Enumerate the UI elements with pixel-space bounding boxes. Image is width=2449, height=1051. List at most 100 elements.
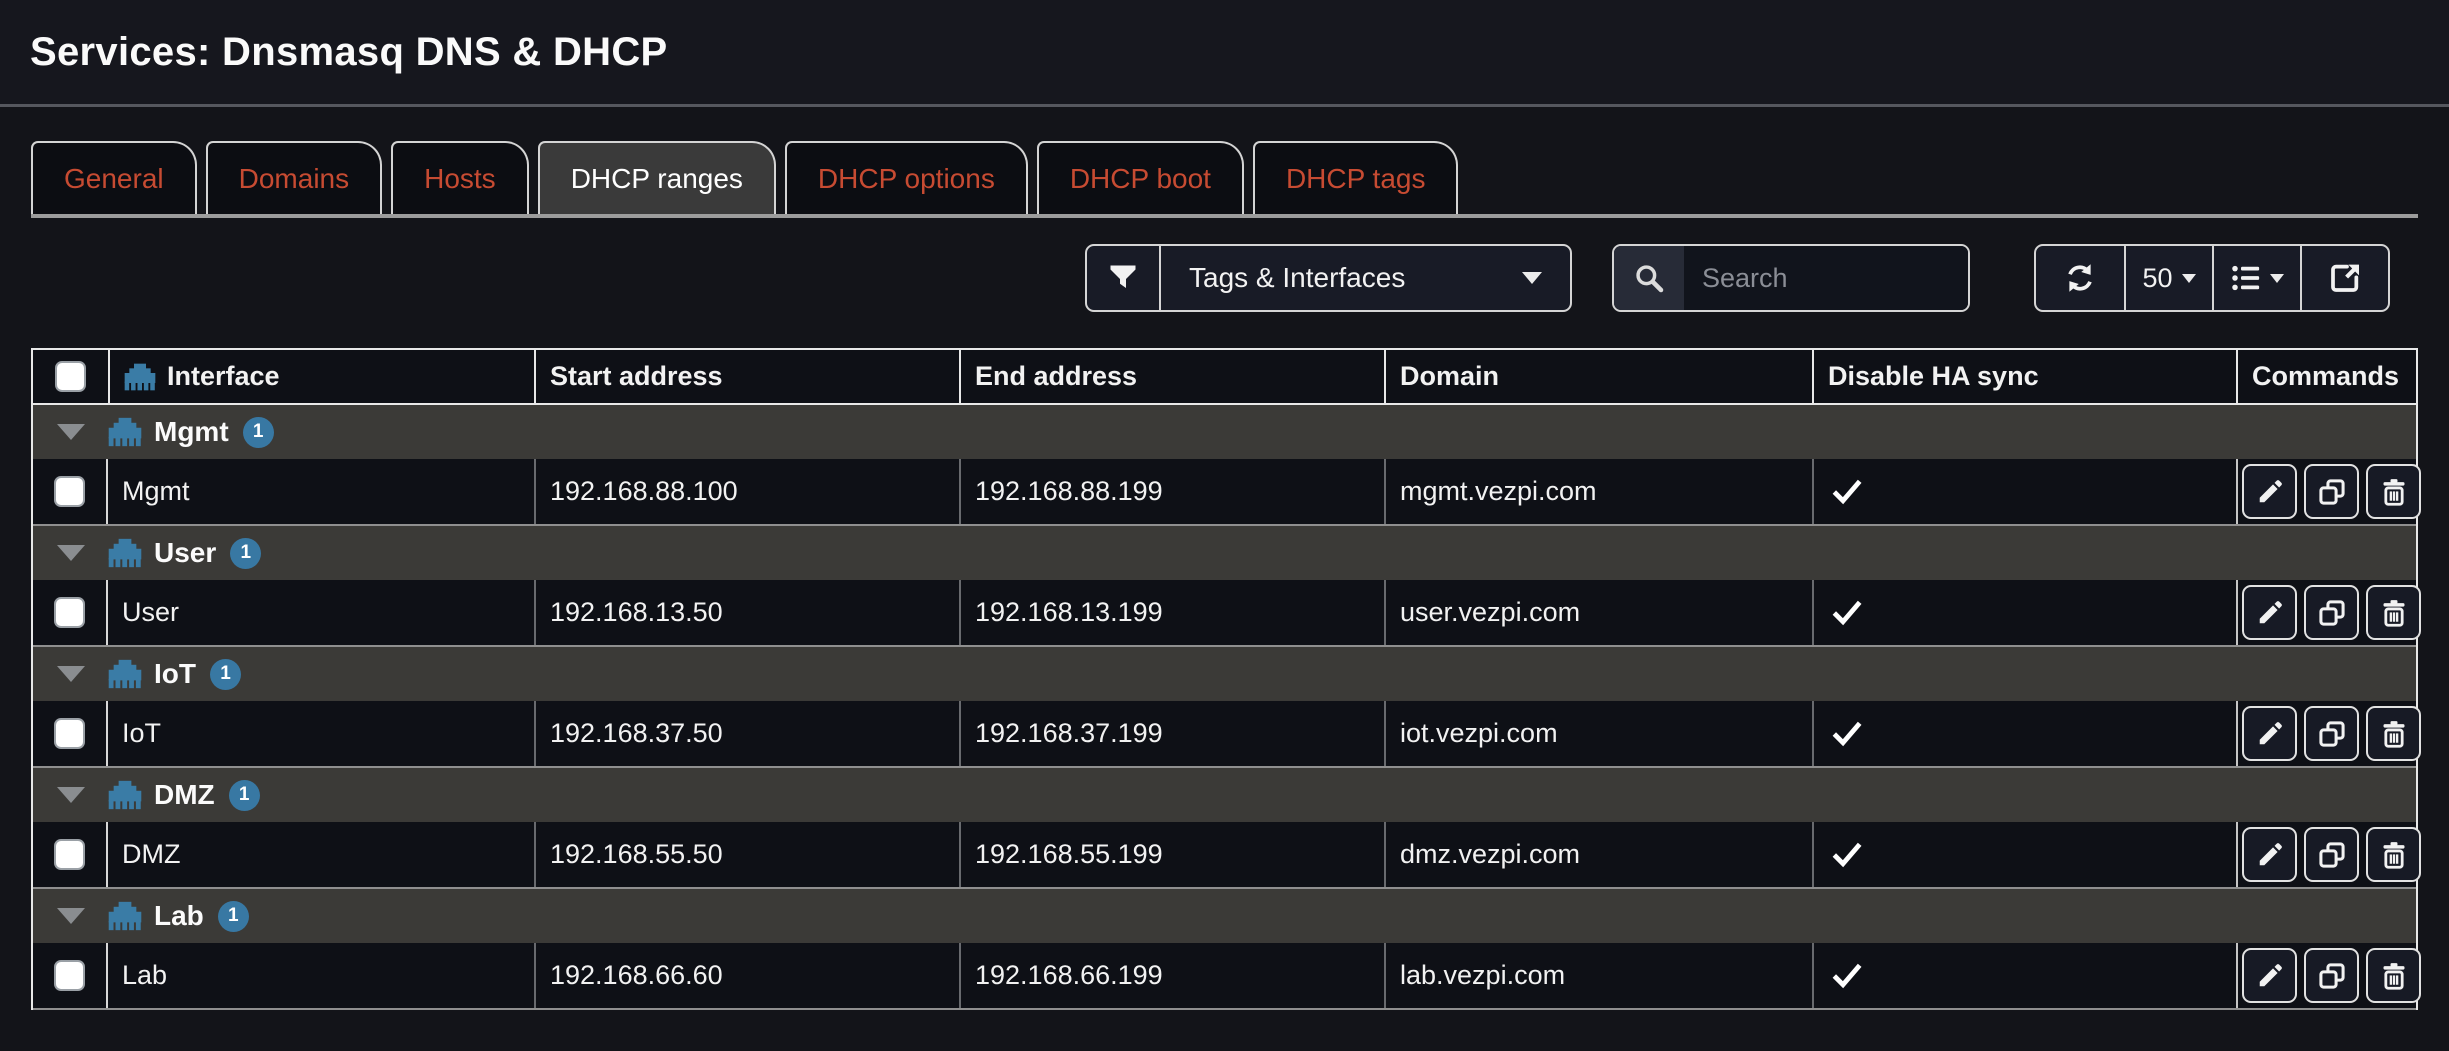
row-select-cell [33, 943, 108, 1008]
row-checkbox[interactable] [54, 839, 85, 870]
cell-disable-ha-sync [1812, 580, 2236, 645]
cell-start-address: 192.168.66.60 [534, 943, 959, 1008]
table-row: IoT 192.168.37.50 192.168.37.199 iot.vez… [33, 701, 2416, 768]
search-input[interactable] [1684, 246, 1968, 310]
cell-domain: dmz.vezpi.com [1384, 822, 1812, 887]
cell-commands [2236, 822, 2425, 887]
check-icon [1831, 719, 1863, 749]
tab-dhcp-tags[interactable]: DHCP tags [1253, 141, 1459, 214]
group-collapse-toggle[interactable] [33, 908, 108, 924]
row-select-cell [33, 459, 108, 524]
column-header-start-address[interactable]: Start address [534, 350, 959, 403]
select-all-checkbox[interactable] [55, 361, 86, 392]
group-label: User [154, 537, 216, 569]
collapse-caret-icon [57, 424, 85, 440]
row-checkbox[interactable] [54, 718, 85, 749]
delete-button[interactable] [2366, 706, 2421, 761]
column-header-domain[interactable]: Domain [1384, 350, 1812, 403]
cell-disable-ha-sync [1812, 701, 2236, 766]
trash-icon [2380, 478, 2408, 506]
clone-button[interactable] [2304, 948, 2359, 1003]
group-count-badge: 1 [229, 780, 260, 811]
tab-domains[interactable]: Domains [206, 141, 382, 214]
group-collapse-toggle[interactable] [33, 424, 108, 440]
row-select-cell [33, 701, 108, 766]
tab-label: DHCP ranges [571, 163, 743, 195]
clone-icon [2318, 841, 2346, 869]
edit-button[interactable] [2242, 585, 2297, 640]
column-header-label: Start address [550, 361, 723, 392]
filter-dropdown-label: Tags & Interfaces [1189, 262, 1405, 294]
page-size-dropdown[interactable]: 50 [2124, 246, 2212, 310]
row-select-cell [33, 822, 108, 887]
export-button[interactable] [2300, 246, 2388, 310]
clone-button[interactable] [2304, 827, 2359, 882]
group-collapse-toggle[interactable] [33, 666, 108, 682]
row-checkbox[interactable] [54, 960, 85, 991]
group-collapse-toggle[interactable] [33, 787, 108, 803]
row-checkbox[interactable] [54, 597, 85, 628]
column-header-end-address[interactable]: End address [959, 350, 1384, 403]
tab-dhcp-boot[interactable]: DHCP boot [1037, 141, 1244, 214]
filter-dropdown[interactable]: Tags & Interfaces [1159, 246, 1570, 310]
cell-commands [2236, 459, 2425, 524]
tab-label: Domains [239, 163, 349, 195]
tab-dhcp-ranges[interactable]: DHCP ranges [538, 141, 776, 214]
cell-disable-ha-sync [1812, 943, 2236, 1008]
collapse-caret-icon [57, 787, 85, 803]
group-row: Lab 1 [33, 889, 2416, 943]
row-checkbox[interactable] [54, 476, 85, 507]
delete-button[interactable] [2366, 948, 2421, 1003]
clone-icon [2318, 720, 2346, 748]
edit-button[interactable] [2242, 464, 2297, 519]
tab-general[interactable]: General [31, 141, 197, 214]
clone-icon [2318, 599, 2346, 627]
cell-domain: mgmt.vezpi.com [1384, 459, 1812, 524]
edit-button[interactable] [2242, 827, 2297, 882]
row-select-cell [33, 580, 108, 645]
cell-commands [2236, 701, 2425, 766]
search-button[interactable] [1614, 246, 1684, 310]
cell-end-address: 192.168.66.199 [959, 943, 1384, 1008]
group-label: Mgmt [154, 416, 229, 448]
columns-dropdown[interactable] [2212, 246, 2300, 310]
page-header: Services: Dnsmasq DNS & DHCP [0, 0, 2449, 107]
refresh-button[interactable] [2036, 246, 2124, 310]
group-label: IoT [154, 658, 196, 690]
column-header-interface[interactable]: Interface [108, 350, 534, 403]
clone-icon [2318, 962, 2346, 990]
clone-button[interactable] [2304, 464, 2359, 519]
trash-icon [2380, 599, 2408, 627]
sync-icon [2065, 263, 2095, 293]
column-header-label: End address [975, 361, 1137, 392]
tab-dhcp-options[interactable]: DHCP options [785, 141, 1028, 214]
delete-button[interactable] [2366, 827, 2421, 882]
filter-button[interactable] [1087, 246, 1159, 310]
cell-interface: User [108, 580, 534, 645]
chevron-down-icon [2270, 274, 2284, 283]
collapse-caret-icon [57, 545, 85, 561]
delete-button[interactable] [2366, 585, 2421, 640]
ethernet-icon [108, 659, 142, 689]
chevron-down-icon [2182, 274, 2196, 283]
table-row: Mgmt 192.168.88.100 192.168.88.199 mgmt.… [33, 459, 2416, 526]
group-collapse-toggle[interactable] [33, 545, 108, 561]
cell-start-address: 192.168.37.50 [534, 701, 959, 766]
delete-button[interactable] [2366, 464, 2421, 519]
group-row: Mgmt 1 [33, 405, 2416, 459]
pencil-icon [2256, 841, 2284, 869]
edit-button[interactable] [2242, 948, 2297, 1003]
column-header-disable-ha-sync[interactable]: Disable HA sync [1812, 350, 2236, 403]
tab-label: General [64, 163, 164, 195]
ethernet-icon [124, 363, 156, 391]
pencil-icon [2256, 599, 2284, 627]
clone-button[interactable] [2304, 706, 2359, 761]
cell-disable-ha-sync [1812, 822, 2236, 887]
edit-button[interactable] [2242, 706, 2297, 761]
share-icon [2329, 262, 2361, 294]
group-row: IoT 1 [33, 647, 2416, 701]
check-icon [1831, 477, 1863, 507]
clone-button[interactable] [2304, 585, 2359, 640]
tab-hosts[interactable]: Hosts [391, 141, 529, 214]
column-header-label: Commands [2252, 361, 2399, 392]
